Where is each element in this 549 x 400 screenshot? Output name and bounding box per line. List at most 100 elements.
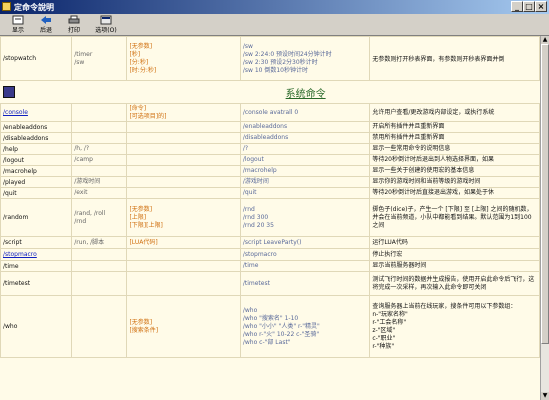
description-cell: 无参数则打开秒表界面，有参数则开秒表界面并倒 <box>369 36 540 81</box>
table-row: /enableaddons/enableaddons 开启所有插件并且重新界面 <box>0 121 540 133</box>
description: 查询服务器上当前在线玩家，搜条件可用以下参数组： n-"玩家名称" r-"工会名… <box>372 302 517 350</box>
example-cell: /sw /sw 2:24:0 预设时间24分钟计时 /sw 2:30 预设2分3… <box>239 36 371 81</box>
alias-cell <box>71 103 128 122</box>
example: /rnd <box>242 205 255 213</box>
command-cell: /script <box>0 236 73 249</box>
command-cell: /console <box>0 103 73 122</box>
table-row: /quit/exit/quit 等待20秒倒计时后直接退出游戏，如果处于休 <box>0 187 540 199</box>
table-row: /stopwatch /timer /sw [无参数] [秒] [分:秒] [时… <box>0 36 540 81</box>
param: [无参数] <box>129 42 153 50</box>
description: 显示一些关于创建的使用宏的基本信息 <box>372 167 475 174</box>
command-name: /disableaddons <box>3 134 49 142</box>
table-row: /console [命令] [可选项目]的]/console avatrall 0 允… <box>0 103 540 122</box>
command-name: /stopwatch <box>3 55 37 62</box>
param: [无参数] <box>129 318 153 326</box>
example-cell: /macrohelp <box>239 165 371 177</box>
example: /who c-"部 Last" <box>242 338 291 346</box>
example: /console avatrall 0 <box>242 108 299 116</box>
minimize-button[interactable]: _ <box>511 1 523 12</box>
command-name: /macrohelp <box>3 167 37 175</box>
alias-cell: /rand, /roll/rnd <box>71 198 128 237</box>
example-cell: /disableaddons <box>239 132 371 144</box>
description: 显示一些常用命令的说明信息 <box>372 145 451 152</box>
close-button[interactable]: × <box>535 1 547 12</box>
description: 等待20秒倒计时后直接退出游戏，如果处于休 <box>372 189 494 196</box>
command-cell: /random <box>0 198 73 237</box>
example: /sw 2:24:0 预设时间24分钟计时 <box>242 50 332 58</box>
param-cell: [无参数] [秒] [分:秒] [时:分:秒] <box>126 36 241 81</box>
param-cell <box>126 248 241 261</box>
command-link[interactable]: /stopmacro <box>3 251 37 258</box>
alias: /exit <box>74 189 88 196</box>
alias-cell: /h, /? <box>71 143 128 155</box>
alias-cell <box>71 121 128 133</box>
description-cell: 允许用户查看/更改游戏内部设定，或执行系统 <box>369 103 540 122</box>
print-button[interactable]: 打印 <box>58 14 90 35</box>
example: /quit <box>242 189 257 196</box>
description-cell: 等待20秒倒计时后直接退出游戏，如果处于休 <box>369 187 540 199</box>
param-cell <box>126 187 241 199</box>
example: /script LeaveParty() <box>242 238 302 246</box>
command-name: /logout <box>3 156 24 164</box>
example: /logout <box>242 156 264 163</box>
param-cell: [无参数] [上限] [下限][上限] <box>126 198 241 237</box>
param-cell <box>126 271 241 296</box>
command-name: /timetest <box>3 280 31 287</box>
command-cell: /macrohelp <box>0 165 73 177</box>
example-cell: /stopmacro <box>239 248 371 261</box>
alias: /timer <box>74 50 93 58</box>
description-cell: 查询服务器上当前在线玩家，搜条件可用以下参数组： n-"玩家名称" r-"工会名… <box>369 295 540 358</box>
example: /游戏时间 <box>242 178 269 185</box>
alias-cell: /游戏时间 <box>71 176 128 188</box>
table-row: /time/time 显示当前服务器时间 <box>0 260 540 272</box>
command-name: /quit <box>3 189 17 197</box>
command-cell: /who <box>0 295 73 358</box>
example: /who "小小" "人类" r-"精灵" <box>242 322 320 330</box>
example: /sw <box>242 42 253 50</box>
example: /rnd 20 35 <box>242 221 274 229</box>
command-cell: /quit <box>0 187 73 199</box>
command-cell: /stopmacro <box>0 248 73 261</box>
description: 等待20秒倒计时后退出到人物选择界面，如果 <box>372 156 494 163</box>
example: /macrohelp <box>242 167 277 174</box>
alias-cell: /run, /脚本 <box>71 236 128 249</box>
example: /sw 10 倒数10秒钟计时 <box>242 66 308 74</box>
commands-table: /stopwatch /timer /sw [无参数] [秒] [分:秒] [时… <box>0 36 540 358</box>
example: /time <box>242 262 259 269</box>
description: 显示你的游戏时间和当前等级的游戏时间 <box>372 178 481 185</box>
param: [命令] <box>129 104 147 112</box>
alias: /sw <box>74 58 85 66</box>
scroll-up-arrow-icon[interactable]: ▲ <box>541 36 549 44</box>
table-row: /who [无参数] [搜索条件]/who/who "搜索名" 1-10/who "… <box>0 295 540 358</box>
description: 无参数则打开秒表界面，有参数则开秒表界面并倒 <box>372 56 505 63</box>
options-icon <box>100 15 112 25</box>
scroll-down-arrow-icon[interactable]: ▼ <box>541 392 549 400</box>
vertical-scrollbar[interactable]: ▲ ▼ <box>540 36 549 400</box>
alias: /h, /? <box>74 145 90 152</box>
example-cell: /rnd/rnd 300/rnd 20 35 <box>239 198 371 237</box>
alias-cell <box>71 260 128 272</box>
alias: /rand, /roll <box>74 209 106 217</box>
alias-cell: /camp <box>71 154 128 166</box>
description-cell: 掷色子(dice)子，产生一个 [下限] 至 [上限] 之间的随机数，并会在当前… <box>369 198 540 237</box>
example: /who "搜索名" 1-10 <box>242 314 299 322</box>
param-cell <box>126 121 241 133</box>
back-icon <box>41 16 51 24</box>
options-button[interactable]: 选项(O) <box>90 14 122 35</box>
alias-cell <box>71 165 128 177</box>
display-icon <box>12 15 24 25</box>
param-cell <box>126 165 241 177</box>
param-cell: [无参数] [搜索条件] <box>126 295 241 358</box>
command-name: /script <box>3 239 22 246</box>
description: 禁用所有插件并且重新界面 <box>372 134 445 141</box>
scrollbar-thumb[interactable] <box>541 44 549 344</box>
command-name: /enableaddons <box>3 123 48 131</box>
description-cell: 禁用所有插件并且重新界面 <box>369 132 540 144</box>
param-cell: [命令] [可选项目]的] <box>126 103 241 122</box>
alias-cell: /exit <box>71 187 128 199</box>
command-link[interactable]: /console <box>3 109 28 116</box>
maximize-button[interactable]: □ <box>523 1 535 12</box>
example-cell: /console avatrall 0 <box>239 103 371 122</box>
param-cell <box>126 176 241 188</box>
description-cell: 开启所有插件并且重新界面 <box>369 121 540 133</box>
